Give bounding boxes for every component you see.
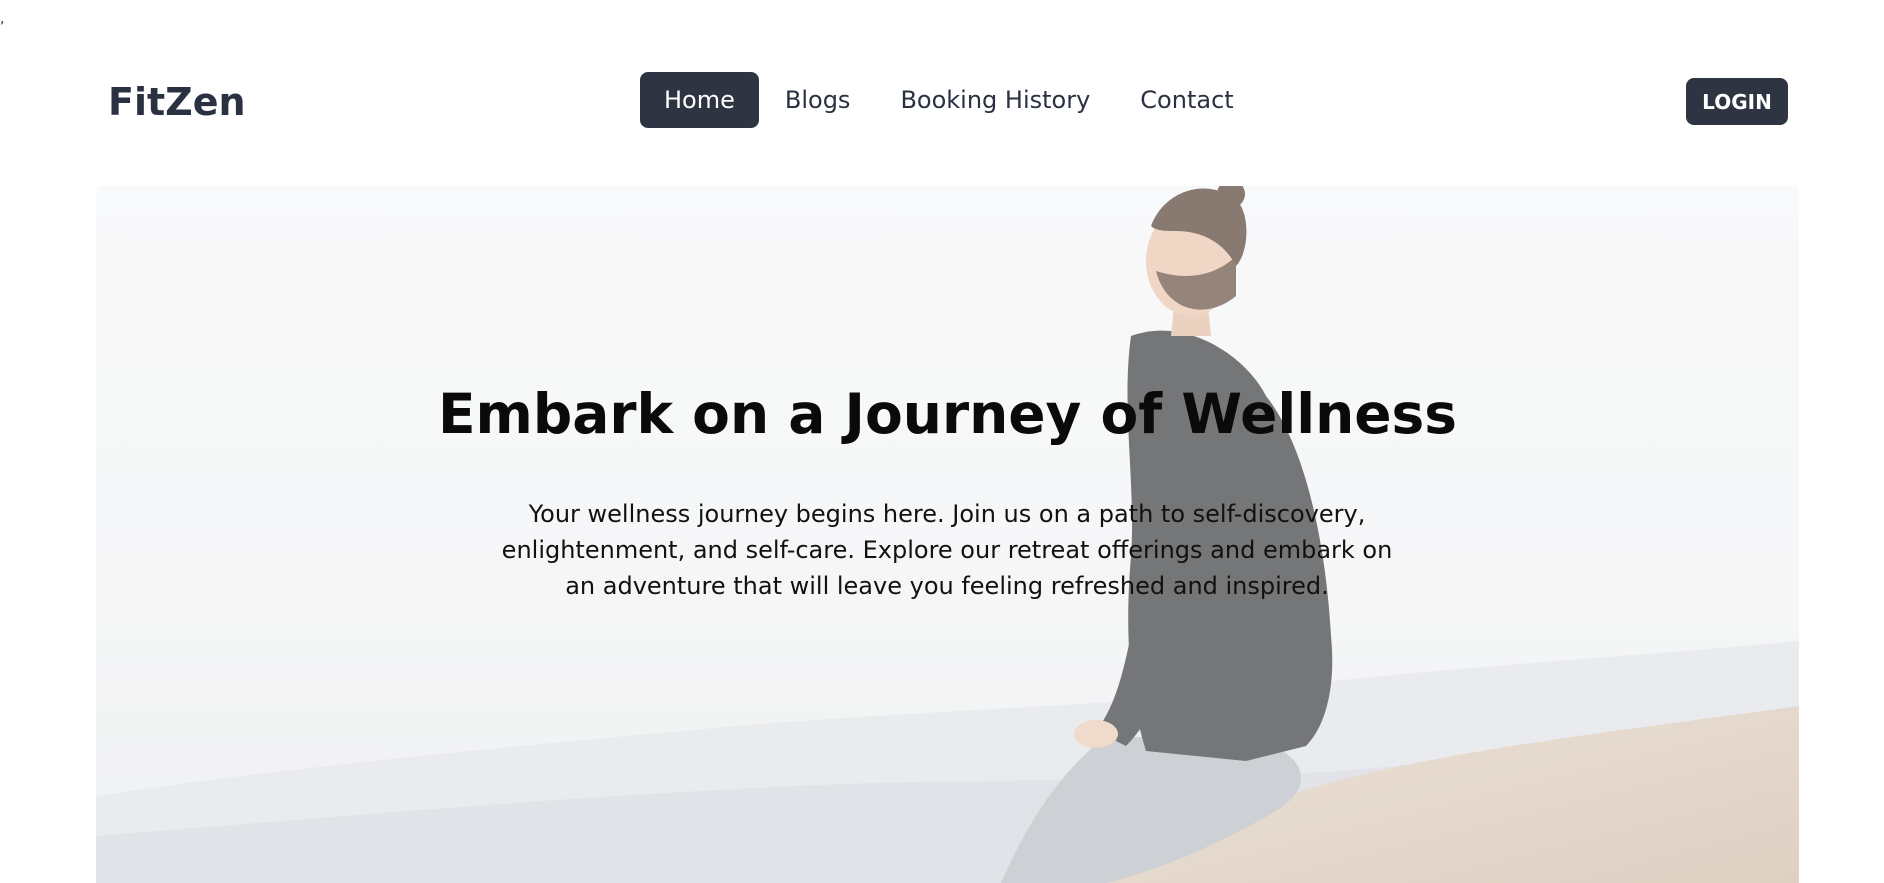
hero-title: Embark on a Journey of Wellness bbox=[437, 382, 1458, 446]
hero-section: Embark on a Journey of Wellness Your wel… bbox=[96, 186, 1799, 883]
nav-contact-link[interactable]: Contact bbox=[1116, 72, 1257, 128]
nav-blogs-link[interactable]: Blogs bbox=[761, 72, 875, 128]
navbar: FitZen Home Blogs Booking History Contac… bbox=[0, 0, 1884, 186]
nav-booking-history-link[interactable]: Booking History bbox=[876, 72, 1114, 128]
nav-home-link[interactable]: Home bbox=[640, 72, 759, 128]
brand-logo[interactable]: FitZen bbox=[108, 80, 246, 124]
hero-description: Your wellness journey begins here. Join … bbox=[501, 500, 1393, 600]
login-button[interactable]: LOGIN bbox=[1686, 78, 1788, 125]
main-nav: Home Blogs Booking History Contact bbox=[640, 72, 1258, 128]
